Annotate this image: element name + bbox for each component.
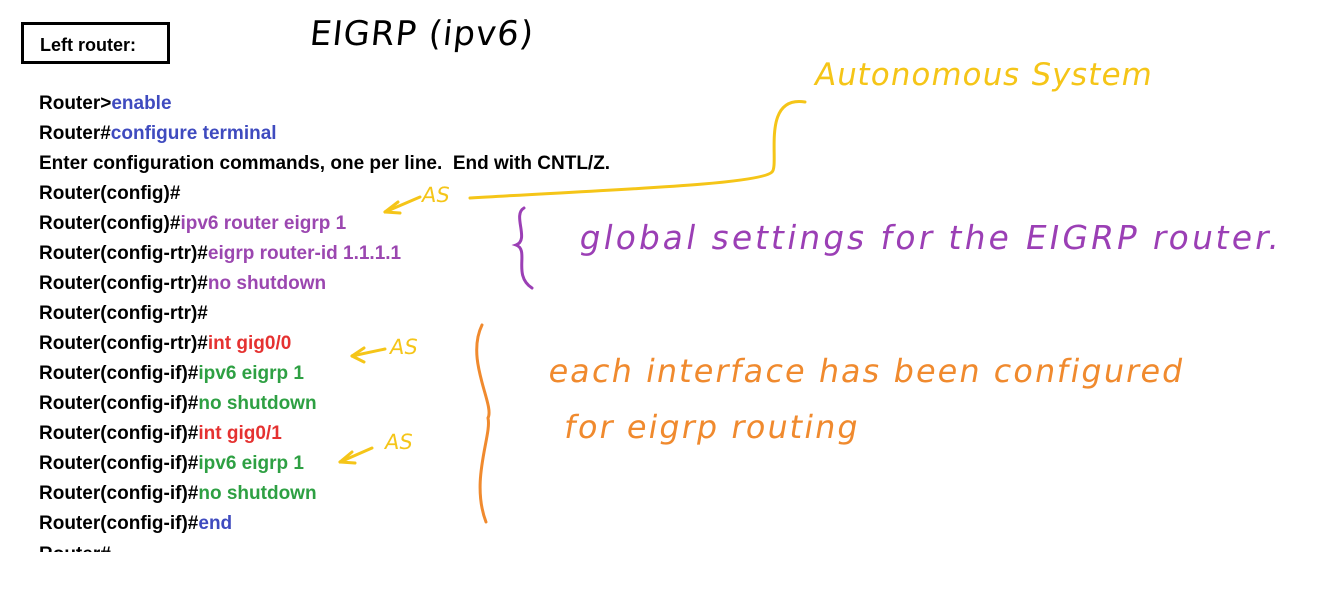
global-settings-note: global settings for the EIGRP router. bbox=[576, 218, 1286, 257]
as-arrow-2 bbox=[350, 346, 387, 364]
interfaces-note-line1: each interface has been configured bbox=[545, 352, 1189, 390]
as-arrow-3 bbox=[338, 446, 374, 465]
purple-brace bbox=[511, 206, 534, 290]
as-label-3: AS bbox=[382, 430, 415, 454]
interfaces-note-line2: for eigrp routing bbox=[561, 408, 864, 446]
as-label-1: AS bbox=[419, 183, 452, 207]
as-arrow-1 bbox=[383, 195, 422, 215]
as-label-2: AS bbox=[387, 335, 420, 359]
autonomous-system-note: Autonomous System bbox=[811, 57, 1157, 93]
orange-brace bbox=[475, 323, 491, 524]
as-callout-stroke bbox=[468, 100, 807, 200]
